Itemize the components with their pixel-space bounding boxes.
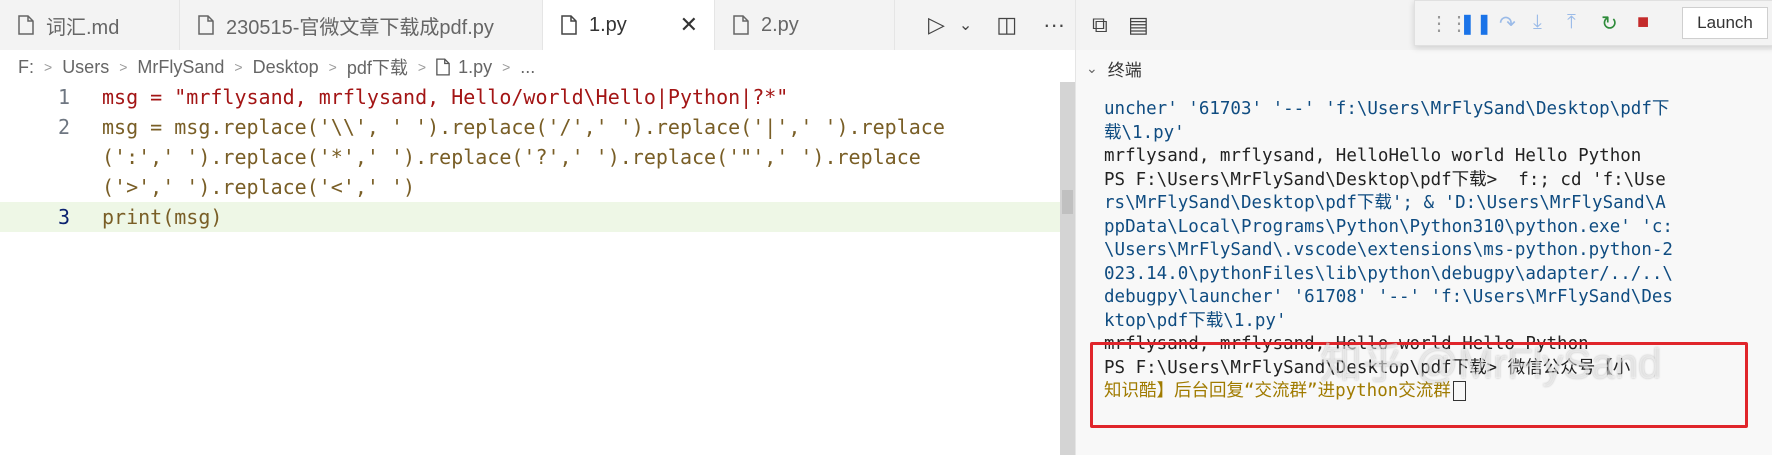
breadcrumb-item[interactable]: MrFlySand (137, 57, 224, 78)
code-line[interactable]: ('>',' ').replace('<',' ') (0, 172, 1060, 202)
editor-area: 词汇.md 230515-官微文章下载成pdf.py 1.py ✕ 2.py ▷… (0, 0, 1075, 455)
breadcrumb-item[interactable]: pdf下载 (347, 54, 408, 80)
pause-icon[interactable]: ❚❚ (1459, 11, 1493, 36)
breadcrumb: F: > Users > MrFlySand > Desktop > pdf下载… (0, 52, 1075, 82)
breadcrumb-item[interactable]: 1.py (458, 57, 492, 78)
editor-actions: ▷ ⌄ ◫ ··· (928, 0, 1079, 50)
terminal-line: debugpy\launcher' '61708' '--' 'f:\Users… (1104, 287, 1673, 307)
tab-2-py[interactable]: 2.py (715, 0, 895, 50)
step-over-icon[interactable]: ↷ (1499, 11, 1516, 36)
step-into-icon[interactable]: ⤓ (1533, 11, 1542, 34)
tab-label: 词汇.md (46, 16, 120, 39)
stop-icon[interactable]: ■ (1637, 11, 1649, 34)
restart-icon[interactable]: ↻ (1601, 11, 1618, 36)
terminal-line: 023.14.0\pythonFiles\lib\python\debugpy\… (1104, 263, 1673, 284)
file-icon (436, 58, 450, 76)
tab-label: 230515-官微文章下载成pdf.py (226, 16, 494, 39)
file-icon (18, 15, 34, 35)
breadcrumb-item[interactable]: ... (520, 57, 535, 78)
panel-title: 终端 (1107, 61, 1142, 80)
scrollbar-thumb[interactable] (1062, 190, 1073, 214)
notepad-icon[interactable]: ▤ (1128, 12, 1149, 38)
debug-toolbar: ⋮⋮ ❚❚ ↷ ⤓ ⤒ ↻ ■ Launch (1414, 0, 1772, 46)
chevron-down-icon[interactable]: ⌄ (1086, 60, 1098, 77)
chevron-right-icon: > (44, 59, 53, 75)
scrollbar-track[interactable] (1060, 82, 1075, 455)
code-text: print(msg) (102, 205, 223, 229)
code-text: (':',' ').replace('*',' ').replace('?','… (102, 145, 921, 169)
chevron-right-icon: > (328, 59, 337, 75)
code-text: msg = "mrflysand, mrflysand, Hello/world… (102, 85, 789, 109)
breadcrumb-item[interactable]: Desktop (253, 57, 319, 78)
panel-header[interactable]: ⌄ 终端 (1086, 56, 1142, 81)
vertical-scrollbar[interactable] (1060, 82, 1075, 455)
code-line[interactable]: (':',' ').replace('*',' ').replace('?','… (0, 142, 1060, 172)
terminal-line: \Users\MrFlySand\.vscode\extensions\ms-p… (1104, 240, 1673, 260)
tab-1-py[interactable]: 1.py ✕ (543, 0, 715, 50)
terminal-line: mrflysand, mrflysand, HelloHello world H… (1104, 146, 1642, 166)
file-icon (561, 15, 577, 35)
breadcrumb-item[interactable]: F: (18, 57, 34, 78)
terminal-line: rs\MrFlySand\Desktop\pdf下载'; & 'D:\Users… (1104, 193, 1666, 213)
chevron-right-icon: > (119, 59, 128, 75)
chevron-right-icon: > (417, 59, 427, 75)
line-number: 2 (57, 115, 70, 139)
terminal-line: uncher' '61703' '--' 'f:\Users\MrFlySand… (1104, 99, 1670, 119)
step-out-icon[interactable]: ⤒ (1567, 11, 1576, 34)
code-text: msg = msg.replace('\\', ' ').replace('/'… (102, 115, 945, 139)
tab-cihui-md[interactable]: 词汇.md (0, 0, 180, 50)
chevron-right-icon: > (502, 59, 511, 75)
close-icon[interactable]: ✕ (680, 12, 698, 38)
code-line[interactable]: 1 msg = "mrflysand, mrflysand, Hello/wor… (0, 82, 1060, 112)
line-number: 1 (57, 85, 70, 109)
watermark: 知乎 @MrFlySand (1320, 340, 1662, 387)
file-icon (198, 15, 214, 35)
tab-label: 2.py (761, 13, 799, 36)
chevron-right-icon: > (234, 59, 243, 75)
tab-label: 1.py (589, 13, 627, 36)
terminal-line: PS F:\Users\MrFlySand\Desktop\pdf下载> f:;… (1104, 169, 1666, 190)
launch-button[interactable]: Launch (1682, 7, 1768, 39)
line-number: 3 (57, 205, 70, 229)
split-editor-icon[interactable]: ◫ (996, 12, 1017, 38)
run-icon[interactable]: ▷ (928, 12, 945, 38)
terminal-line: ppData\Local\Programs\Python\Python310\p… (1104, 216, 1673, 237)
file-icon (733, 15, 749, 35)
code-text: ('>',' ').replace('<',' ') (102, 175, 416, 199)
code-line-current[interactable]: 3 print(msg) (0, 202, 1060, 232)
terminal-line: 载\1.py' (1104, 122, 1185, 143)
chevron-down-icon[interactable]: ⌄ (959, 15, 972, 35)
code-editor[interactable]: 1 msg = "mrflysand, mrflysand, Hello/wor… (0, 82, 1060, 455)
tab-230515-py[interactable]: 230515-官微文章下载成pdf.py (180, 0, 543, 50)
remote-explorer-icon[interactable]: ⧉ (1092, 12, 1108, 38)
more-actions-icon[interactable]: ··· (1043, 12, 1065, 38)
tab-bar: 词汇.md 230515-官微文章下载成pdf.py 1.py ✕ 2.py ▷… (0, 0, 1075, 50)
breadcrumb-item[interactable]: Users (62, 57, 109, 78)
code-line[interactable]: 2 msg = msg.replace('\\', ' ').replace('… (0, 112, 1060, 142)
